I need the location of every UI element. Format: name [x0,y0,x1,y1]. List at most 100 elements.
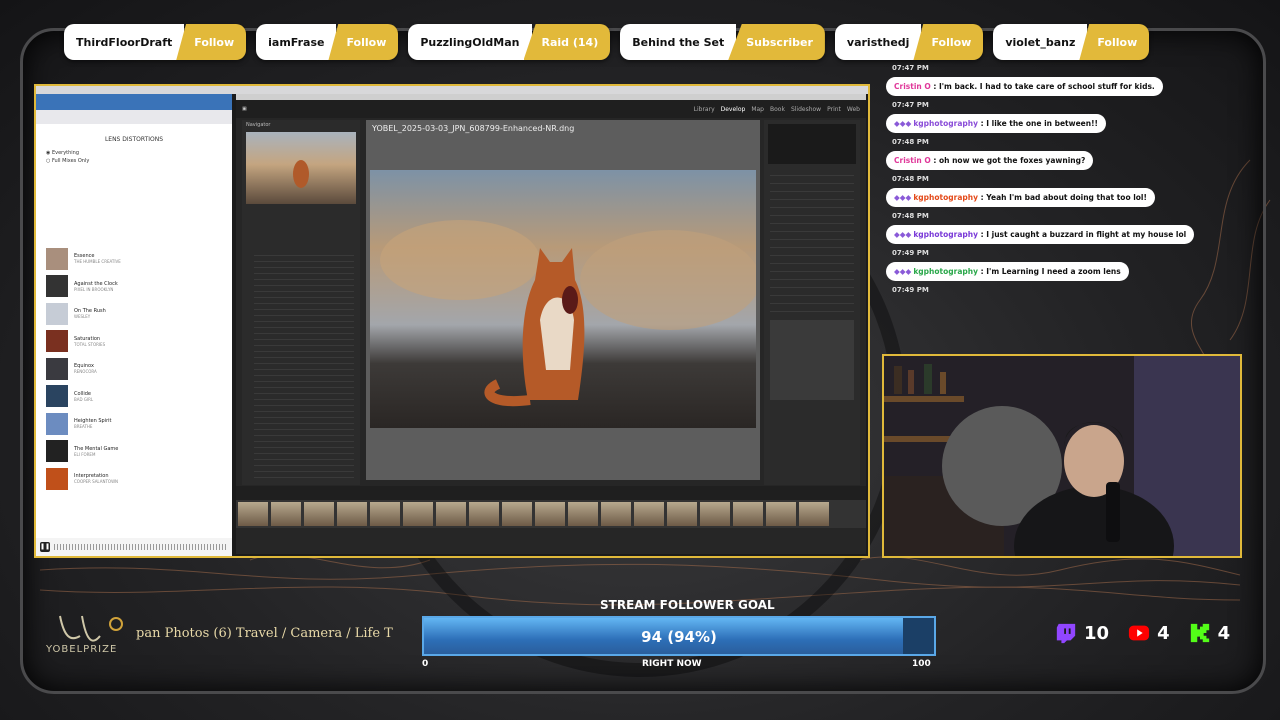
screen-capture: LENS DISTORTIONS ◉ Everything ○ Full Mix… [34,84,870,558]
track-row[interactable]: Equinox RENOCORA [36,355,232,383]
preset-list[interactable] [254,250,354,480]
chat-message: ◆◆◆ kgphotography : I just caught a buzza… [880,222,1220,259]
chat-text: I like the one in between!! [986,119,1098,128]
filter-everything-radio[interactable]: ◉ Everything [46,149,232,157]
twitch-count: 10 [1054,622,1109,644]
module-print[interactable]: Print [827,106,841,113]
chat-user: kgphotography [913,119,978,128]
navigator-header[interactable]: Navigator [242,120,360,130]
track-artist: THE HUMBLE CREATIVE [74,259,121,265]
track-row[interactable]: Essence THE HUMBLE CREATIVE [36,245,232,273]
track-row[interactable]: Interpretation COOPER SALANTOWN [36,465,232,493]
develop-sliders[interactable] [764,168,860,312]
track-title: Against the Clock [74,280,118,287]
chat-bubble: ◆◆◆ kgphotography : I just caught a buzza… [886,225,1195,244]
right-panel [764,120,860,485]
chat-text: I just caught a buzzard in flight at my … [986,230,1187,239]
alert-user: PuzzlingOldMan [408,24,532,60]
webcam-feed [882,354,1242,558]
goal-value: 94 (94%) [641,628,717,646]
chat-badge-icon: ◆◆◆ [894,267,912,276]
track-row[interactable]: Saturation TOTAL STORIES [36,328,232,356]
track-thumb [46,357,68,380]
track-artist: BREATHE [74,424,93,430]
track-thumb [46,330,68,353]
chat-user: Cristin O [894,82,931,91]
track-thumb [46,247,68,270]
alert-action: Follow [1079,24,1150,60]
lightroom-header: ▣ Library Develop Map Book Slideshow Pri… [236,100,866,118]
module-library[interactable]: Library [694,106,715,113]
browser-tabs[interactable] [36,94,232,110]
track-row[interactable]: On The Rush WESLEY [36,300,232,328]
chat-badge-icon: ◆◆◆ [894,193,912,202]
chat-time: 07:48 PM [892,175,929,183]
chat-time: 07:47 PM [892,64,929,72]
alert-user: iamFrase [256,24,337,60]
alert-user: varisthedj [834,24,922,60]
goal-now-label: RIGHT NOW [642,659,702,669]
chat-text: Yeah I'm bad about doing that too lol! [986,193,1147,202]
module-develop[interactable]: Develop [721,106,746,113]
chat-time: 07:49 PM [892,286,929,294]
track-artist: PIXEL IN BROOKLYN [74,286,114,292]
alert-user: Behind the Set [620,24,737,60]
track-thumb [46,412,68,435]
left-panel: Navigator [242,120,360,485]
goal-min: 0 [422,659,429,669]
webcam-image [884,356,1240,556]
track-artist: WESLEY [74,314,91,320]
tone-curve[interactable] [770,320,854,400]
track-row[interactable]: Collide BAD GIRL [36,383,232,411]
kick-count: 4 [1188,622,1231,644]
track-row[interactable]: Against the Clock PIXEL IN BROOKLYN [36,273,232,301]
chat-bubble: Cristin O : oh now we got the foxes yawn… [886,151,1094,170]
address-bar[interactable] [36,110,232,124]
twitch-icon [1056,623,1076,644]
youtube-count: 4 [1127,622,1170,644]
brand-name: YOBELPRIZE [46,644,118,655]
alert-action: Raid (14) [523,24,611,60]
module-slideshow[interactable]: Slideshow [791,106,821,113]
navigator-thumbnail[interactable] [246,132,356,204]
chat-panel: 07:47 PM Cristin O : I'm back. I had to … [880,62,1220,296]
chat-message: Cristin O : I'm back. I had to take care… [880,74,1220,111]
mac-menubar [36,86,868,94]
module-picker: Library Develop Map Book Slideshow Print… [694,106,860,113]
youtube-count-value: 4 [1157,622,1170,644]
audio-player: ❚❚ [36,538,232,556]
track-row[interactable]: The Mental Game ELI FOREM [36,438,232,466]
track-title: Collide [74,390,91,397]
filter-full-mixes-radio[interactable]: ○ Full Mixes Only [46,157,232,165]
twitch-count-value: 10 [1084,622,1110,644]
module-book[interactable]: Book [770,106,785,113]
track-artist: COOPER SALANTOWN [74,479,119,485]
histogram[interactable] [768,124,856,164]
track-thumb [46,385,68,408]
module-map[interactable]: Map [751,106,764,113]
filter-full-mixes-label: Full Mixes Only [51,158,90,164]
chat-bubble: Cristin O : I'm back. I had to take care… [886,77,1163,96]
track-row[interactable]: Heighten Spirit BREATHE [36,410,232,438]
track-thumb [46,440,68,463]
track-thumb [46,302,68,325]
chat-user: kgphotography [913,230,978,239]
alert-bar: ThirdFloorDraft Follow iamFrase Follow Puz… [64,24,1150,60]
goal-max: 100 [912,659,931,669]
chat-user: kgphotography [913,267,978,276]
alert-user: ThirdFloorDraft [64,24,185,60]
chat-user: kgphotography [913,193,978,202]
chat-badge-icon: ◆◆◆ [894,119,912,128]
pause-button[interactable]: ❚❚ [40,542,50,552]
waveform-icon[interactable] [54,544,228,550]
chat-bubble: ◆◆◆ kgphotography : I'm Learning I need a… [886,262,1129,281]
kick-count-value: 4 [1217,622,1231,644]
alert-pill: varisthedj Follow [834,24,984,60]
filmstrip[interactable] [236,500,866,528]
follower-goal-bar: 94 (94%) [422,616,936,656]
chat-text: I'm Learning I need a zoom lens [986,267,1121,276]
ticker-text: pan Photos (6) Travel / Camera / Life T [136,626,393,641]
fox-photo[interactable] [370,170,756,428]
module-web[interactable]: Web [847,106,860,113]
alert-pill: iamFrase Follow [256,24,399,60]
